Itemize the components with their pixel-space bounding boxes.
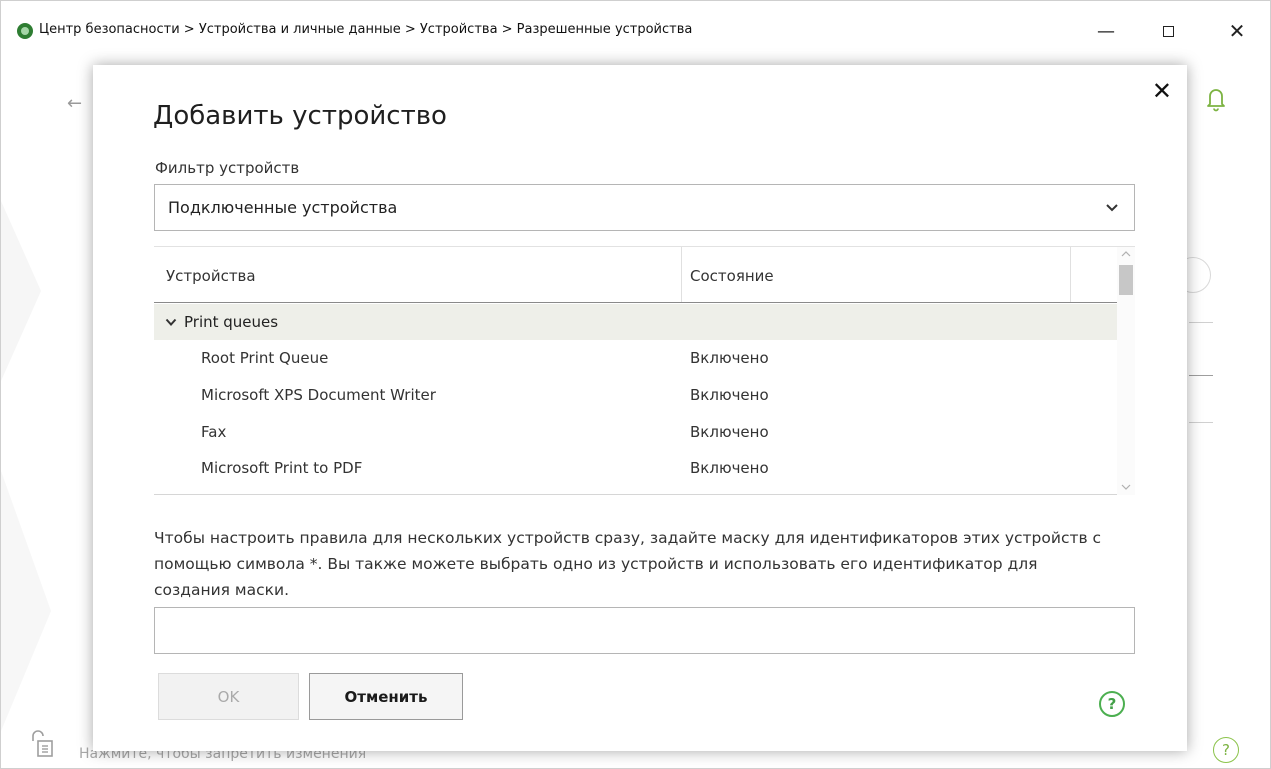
chevron-down-icon xyxy=(1106,204,1118,212)
help-icon[interactable]: ? xyxy=(1099,691,1125,717)
table-scrollbar[interactable] xyxy=(1117,247,1135,495)
cancel-button[interactable]: Отменить xyxy=(309,673,463,720)
device-state: Включено xyxy=(690,349,769,367)
background-divider xyxy=(1189,422,1213,423)
device-name: Microsoft Print to PDF xyxy=(201,459,363,477)
add-device-dialog: ✕ Добавить устройство Фильтр устройств П… xyxy=(93,65,1187,751)
maximize-icon xyxy=(1162,25,1174,37)
dialog-close-button[interactable]: ✕ xyxy=(1152,79,1172,103)
background-decoration xyxy=(1,201,51,731)
minimize-button[interactable]: — xyxy=(1083,13,1129,49)
title-bar: Центр безопасности > Устройства и личные… xyxy=(1,1,1270,57)
filter-label: Фильтр устройств xyxy=(155,159,300,177)
dialog-title: Добавить устройство xyxy=(153,101,447,131)
device-state: Включено xyxy=(690,459,769,477)
chevron-down-icon[interactable] xyxy=(165,316,177,328)
column-separator[interactable] xyxy=(1070,247,1071,302)
device-state: Включено xyxy=(690,423,769,441)
maximize-button[interactable] xyxy=(1145,13,1191,49)
device-name: Root Print Queue xyxy=(201,349,329,367)
table-row[interactable]: Root Print Queue Включено xyxy=(154,340,1117,376)
column-header-state[interactable]: Состояние xyxy=(690,267,774,285)
device-name: Fax xyxy=(201,423,227,441)
lock-icon[interactable] xyxy=(29,729,55,757)
scroll-down-icon[interactable] xyxy=(1121,482,1131,492)
help-icon[interactable]: ? xyxy=(1213,737,1239,763)
notification-bell-icon[interactable] xyxy=(1204,85,1228,113)
background-divider xyxy=(1189,375,1213,376)
app-logo-icon xyxy=(17,23,33,39)
ok-button[interactable]: OK xyxy=(158,673,299,720)
table-row[interactable]: Fax Включено xyxy=(154,414,1117,450)
background-divider xyxy=(1189,322,1213,323)
device-name: Microsoft XPS Document Writer xyxy=(201,386,436,404)
group-row-print-queues[interactable]: Print queues xyxy=(154,304,1117,340)
breadcrumb: Центр безопасности > Устройства и личные… xyxy=(39,22,693,37)
mask-hint-text: Чтобы настроить правила для нескольких у… xyxy=(154,529,1102,599)
device-state: Включено xyxy=(690,386,769,404)
table-header: Устройства Состояние xyxy=(154,247,1117,303)
column-header-devices[interactable]: Устройства xyxy=(166,267,256,285)
device-mask-input[interactable] xyxy=(154,607,1135,654)
device-filter-select[interactable]: Подключенные устройства xyxy=(154,184,1135,231)
table-bottom-border xyxy=(154,494,1117,495)
app-window: Центр безопасности > Устройства и личные… xyxy=(0,0,1271,769)
window-close-button[interactable]: ✕ xyxy=(1214,13,1260,49)
scroll-up-icon[interactable] xyxy=(1121,249,1131,259)
filter-selected-value: Подключенные устройства xyxy=(168,198,398,217)
column-separator[interactable] xyxy=(681,247,682,302)
scrollbar-thumb[interactable] xyxy=(1119,265,1133,295)
back-arrow-icon[interactable]: ← xyxy=(67,93,82,114)
table-row[interactable]: Microsoft XPS Document Writer Включено xyxy=(154,377,1117,413)
group-label: Print queues xyxy=(184,313,279,331)
table-row[interactable]: Microsoft Print to PDF Включено xyxy=(154,450,1117,486)
devices-table: Устройства Состояние Print queues Root P… xyxy=(154,246,1135,497)
